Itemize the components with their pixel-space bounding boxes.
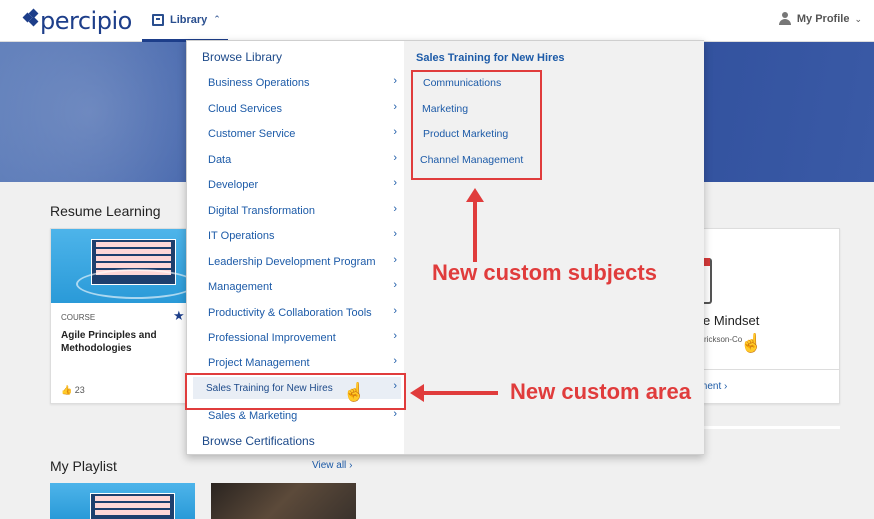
view-all-link[interactable]: View all ›: [312, 460, 352, 471]
chevron-right-icon: ›: [393, 126, 397, 138]
course-thumbnail: [51, 229, 194, 303]
submenu-title: Sales Training for New Hires: [416, 52, 565, 64]
my-playlist-title: My Playlist: [50, 458, 117, 474]
hand-cursor-icon: ☝: [343, 382, 366, 402]
menu-item[interactable]: Customer Service ›: [193, 123, 401, 145]
menu-item[interactable]: Cloud Services ›: [193, 98, 401, 120]
menu-item-label: Professional Improvement: [208, 332, 336, 344]
area-highlight-box: [185, 373, 406, 410]
menu-item[interactable]: Leadership Development Program ›: [193, 251, 401, 273]
menu-item-label: Productivity & Collaboration Tools: [208, 307, 372, 319]
chevron-right-icon: ›: [393, 203, 397, 215]
menu-item[interactable]: Data ›: [193, 149, 401, 171]
logo-mark-icon: [22, 8, 39, 27]
browse-library-heading[interactable]: Browse Library: [202, 50, 282, 64]
menu-item[interactable]: Professional Improvement ›: [193, 327, 401, 349]
menu-item[interactable]: Business Operations ›: [193, 72, 401, 94]
chevron-down-icon: ⌄: [854, 13, 862, 24]
annotation-subjects: New custom subjects: [432, 260, 657, 285]
menu-item-label: Developer: [208, 179, 259, 191]
menu-item[interactable]: Project Management ›: [193, 352, 401, 374]
menu-item[interactable]: Productivity & Collaboration Tools ›: [193, 302, 401, 324]
menu-item-label: Cloud Services: [208, 103, 282, 115]
menu-item[interactable]: Digital Transformation ›: [193, 200, 401, 222]
chevron-right-icon: ›: [393, 330, 397, 342]
likes-value: 23: [74, 385, 85, 395]
percipio-logo[interactable]: percipio: [22, 6, 132, 36]
chevron-up-icon: ⌃: [213, 14, 221, 24]
course-type-label: COURSE: [61, 313, 96, 322]
person-icon: [778, 12, 791, 26]
resume-learning-title: Resume Learning: [50, 203, 161, 219]
profile-menu[interactable]: My Profile ⌄: [778, 12, 862, 26]
menu-item[interactable]: Management ›: [193, 276, 401, 298]
menu-item[interactable]: IT Operations ›: [193, 225, 401, 247]
chevron-right-icon: ›: [393, 75, 397, 87]
chevron-right-icon: ›: [393, 228, 397, 240]
playlist-thumbnail-video[interactable]: [211, 483, 356, 519]
arrow-shaft: [422, 391, 498, 395]
thumbs-up-icon: 👍: [61, 385, 73, 395]
menu-item-label: Management: [208, 281, 273, 293]
menu-item-label: Business Operations: [208, 77, 310, 89]
annotation-area: New custom area: [510, 379, 691, 404]
chevron-right-icon: ›: [393, 254, 397, 266]
subjects-highlight-box: [411, 70, 542, 180]
menu-item[interactable]: Developer ›: [193, 174, 401, 196]
library-tab[interactable]: Library ⌃: [142, 0, 228, 42]
menu-item-label: Digital Transformation: [208, 205, 315, 217]
star-icon[interactable]: ★: [173, 308, 185, 324]
chevron-right-icon: ›: [393, 279, 397, 291]
hand-cursor-icon: ☝: [740, 333, 763, 353]
chevron-right-icon: ›: [393, 355, 397, 367]
likes-count[interactable]: 👍 23: [61, 385, 85, 396]
browse-certifications-link[interactable]: Browse Certifications: [202, 434, 315, 448]
menu-item-label: Data: [208, 154, 232, 166]
chevron-right-icon: ›: [724, 381, 728, 392]
menu-item-label: Project Management: [208, 357, 310, 369]
playlist-thumbnail-agile[interactable]: [50, 483, 195, 519]
library-icon: [152, 13, 164, 26]
top-navigation-bar: percipio Library ⌃ My Profile ⌄: [0, 0, 874, 42]
chevron-right-icon: ›: [393, 152, 397, 164]
resume-course-card[interactable]: COURSE ★ Agile Principles and Methodolog…: [50, 228, 195, 404]
chevron-right-icon: ›: [349, 460, 353, 471]
logo-text: percipio: [40, 7, 132, 35]
chevron-right-icon: ›: [393, 101, 397, 113]
profile-label: My Profile: [796, 13, 850, 25]
library-label: Library: [170, 13, 208, 26]
arrow-shaft: [473, 200, 477, 262]
chevron-right-icon: ›: [393, 177, 397, 189]
menu-item-label: Leadership Development Program: [208, 256, 376, 268]
partial-card-author: rickson-Co: [704, 335, 743, 344]
chevron-right-icon: ›: [393, 305, 397, 317]
menu-item-label: Customer Service: [208, 128, 296, 140]
course-title[interactable]: Agile Principles and Methodologies: [61, 329, 181, 355]
menu-item-label: Sales & Marketing: [208, 410, 298, 422]
menu-item-label: IT Operations: [208, 230, 275, 242]
